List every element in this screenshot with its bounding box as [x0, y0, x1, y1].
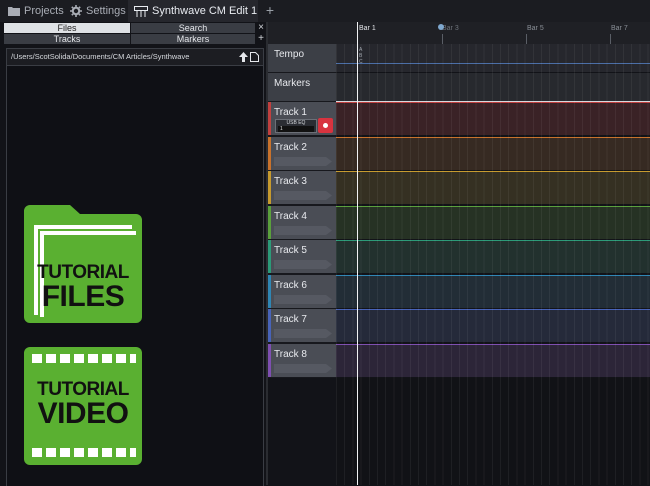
ruler-bar-1: Bar 1	[359, 25, 376, 32]
tempo-track-area[interactable]: A B C	[336, 44, 650, 72]
track-row[interactable]: Track 7	[268, 309, 650, 342]
search-tab[interactable]: Search	[131, 23, 255, 33]
tempo-letters: A B C	[359, 47, 363, 65]
track-name[interactable]: Track 7	[274, 314, 307, 325]
track-expand-icon	[274, 156, 332, 166]
track-color-bar	[268, 343, 271, 377]
markers-tab[interactable]: Markers	[131, 34, 255, 44]
tutorial-video-badge[interactable]: TUTORIAL VIDEO	[24, 347, 142, 465]
track-name[interactable]: Track 5	[274, 245, 307, 256]
ruler-tick	[610, 34, 611, 44]
ruler-bar-7: Bar 7	[611, 25, 628, 32]
ruler-bar-5: Bar 5	[527, 25, 544, 32]
playhead[interactable]	[357, 22, 358, 485]
track-row[interactable]: Track 1 USB EQ 1	[268, 102, 650, 135]
timeline-ruler[interactable]: Bar 1 Bar 3 Bar 5 Bar 7	[268, 22, 650, 45]
ruler-tick	[526, 34, 527, 44]
track-header[interactable]: Track 3	[268, 171, 336, 204]
track-name[interactable]: Track 6	[274, 280, 307, 291]
track-color-bar	[268, 274, 271, 308]
track-expand-icon	[274, 260, 332, 269]
tab-settings-label: Settings	[86, 5, 126, 17]
tab-projects-label: Projects	[24, 5, 64, 17]
empty-arrangement-area[interactable]	[336, 378, 650, 485]
track-row[interactable]: Track 8	[268, 343, 650, 377]
track-lane[interactable]	[336, 343, 650, 377]
track-name[interactable]: Track 8	[274, 349, 307, 360]
track-header[interactable]: Track 2	[268, 136, 336, 170]
track-lane[interactable]	[336, 102, 650, 135]
track-row[interactable]: Track 6	[268, 274, 650, 308]
markers-lane[interactable]: Markers	[268, 73, 650, 101]
track-lane[interactable]	[336, 274, 650, 308]
track-header[interactable]: Track 8	[268, 343, 336, 377]
instrument-value: 1	[278, 126, 314, 132]
markers-label: Markers	[274, 78, 311, 89]
track-lane[interactable]	[336, 171, 650, 204]
tempo-header[interactable]: Tempo	[268, 44, 336, 72]
close-panel-button[interactable]: ×	[256, 23, 266, 33]
track-header[interactable]: Track 6	[268, 274, 336, 308]
tab-settings[interactable]: Settings	[70, 0, 126, 22]
loop-locator[interactable]	[438, 24, 444, 30]
track-name[interactable]: Track 4	[274, 211, 307, 222]
empty-header-area	[268, 378, 336, 485]
add-tab-button[interactable]: +	[262, 2, 278, 18]
path-text: /Users/ScotSolida/Documents/CM Articles/…	[11, 52, 190, 61]
record-button[interactable]	[318, 118, 333, 133]
track-header[interactable]: Track 4	[268, 205, 336, 239]
track-color-bar	[268, 240, 271, 273]
track-header[interactable]: Track 1 USB EQ 1	[268, 102, 336, 135]
track-row[interactable]: Track 2	[268, 136, 650, 170]
badge-files-line2: FILES	[41, 280, 125, 313]
path-bar: /Users/ScotSolida/Documents/CM Articles/…	[7, 49, 263, 66]
gear-icon	[70, 5, 82, 17]
files-tab[interactable]: Files	[4, 23, 130, 33]
tempo-lane[interactable]: Tempo A B C	[268, 44, 650, 72]
parent-folder-icon[interactable]	[239, 52, 248, 62]
track-expand-icon	[274, 191, 332, 200]
track-color-bar	[268, 205, 271, 239]
track-expand-icon	[274, 225, 332, 235]
track-name[interactable]: Track 3	[274, 176, 307, 187]
instrument-slot[interactable]: USB EQ 1	[275, 119, 317, 133]
tutorial-files-badge[interactable]: TUTORIAL FILES	[24, 205, 142, 323]
ruler-tick	[442, 34, 443, 44]
track-row[interactable]: Track 3	[268, 171, 650, 204]
track-header[interactable]: Track 5	[268, 240, 336, 273]
markers-header[interactable]: Markers	[268, 73, 336, 101]
tempo-label: Tempo	[274, 49, 305, 60]
track-name[interactable]: Track 2	[274, 142, 307, 153]
tab-bar: Projects Settings Synthwave CM Edit 1 +	[0, 0, 650, 23]
track-color-bar	[268, 136, 271, 170]
tab-synthwave-edit[interactable]: Synthwave CM Edit 1	[128, 0, 258, 22]
track-lane[interactable]	[336, 240, 650, 273]
markers-track-area[interactable]	[336, 73, 650, 101]
track-color-bar	[268, 309, 271, 342]
track-header[interactable]: Track 7	[268, 309, 336, 342]
track-expand-icon	[274, 294, 332, 304]
tracks-tab[interactable]: Tracks	[4, 34, 130, 44]
folder-icon	[8, 7, 20, 16]
track-lane[interactable]	[336, 309, 650, 342]
track-expand-icon	[274, 363, 332, 373]
add-panel-button[interactable]: +	[256, 34, 266, 44]
track-color-bar	[268, 171, 271, 204]
new-file-icon[interactable]	[250, 52, 259, 62]
mixer-icon	[134, 5, 148, 17]
tempo-line	[336, 63, 650, 64]
track-name[interactable]: Track 1	[274, 107, 307, 118]
tab-synthwave-label: Synthwave CM Edit 1	[152, 5, 258, 17]
track-expand-icon	[274, 329, 332, 338]
tab-projects[interactable]: Projects	[8, 0, 64, 22]
badge-video-line2: VIDEO	[37, 397, 129, 430]
track-row[interactable]: Track 5	[268, 240, 650, 273]
record-icon	[323, 123, 328, 128]
ruler-bar-3: Bar 3	[442, 25, 459, 32]
track-lane[interactable]	[336, 205, 650, 239]
track-lane[interactable]	[336, 136, 650, 170]
track-row[interactable]: Track 4	[268, 205, 650, 239]
track-color-bar	[268, 102, 271, 135]
